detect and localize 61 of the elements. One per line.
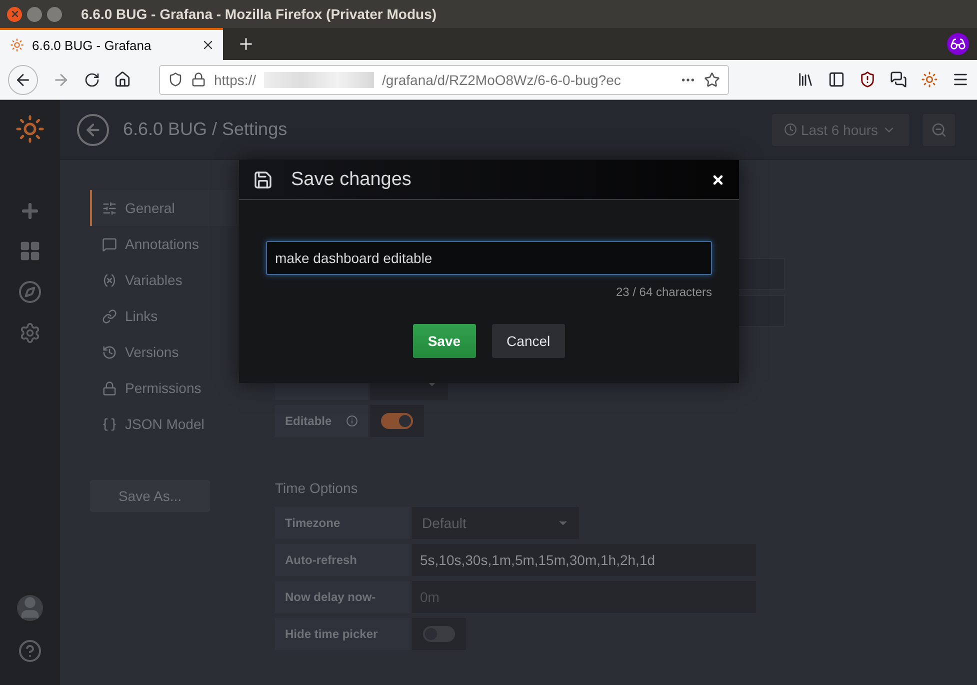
settings-nav-item[interactable]: JSON Model <box>90 406 240 442</box>
compass-icon[interactable] <box>18 280 42 304</box>
library-icon[interactable] <box>797 71 814 88</box>
zoom-out-button[interactable] <box>923 114 955 146</box>
window-title: 6.6.0 BUG - Grafana - Mozilla Firefox (Privater Modus) <box>81 6 437 22</box>
link-icon <box>102 308 117 324</box>
cancel-button[interactable]: Cancel <box>492 324 566 358</box>
history-icon <box>102 344 117 360</box>
close-icon[interactable] <box>711 172 725 186</box>
minimize-button[interactable] <box>27 6 42 22</box>
settings-nav-item[interactable]: Permissions <box>90 370 240 406</box>
menu-icon[interactable] <box>952 71 969 88</box>
field-label: Editable <box>275 405 368 437</box>
sidebar-icon[interactable] <box>828 71 845 88</box>
help-icon[interactable] <box>18 639 42 663</box>
back-button[interactable] <box>8 64 38 94</box>
settings-icon[interactable] <box>19 322 41 344</box>
page-title: 6.6.0 BUG / Settings <box>123 119 288 140</box>
chat-icon[interactable] <box>890 71 907 88</box>
url-field[interactable]: https:// /grafana/d/RZ2MoO8Wz/6-6-0-bug?ec <box>159 64 729 94</box>
maximize-button[interactable] <box>47 6 62 22</box>
braces-icon <box>102 416 117 432</box>
lock-icon <box>102 380 117 396</box>
section-heading: Time Options <box>275 480 359 496</box>
avatar-icon[interactable] <box>17 595 43 621</box>
save-as-button[interactable]: Save As... <box>90 480 210 512</box>
close-icon[interactable] <box>201 38 215 52</box>
comment-icon <box>102 236 117 252</box>
field-label: Timezone <box>275 507 410 539</box>
shield-icon <box>168 72 183 87</box>
reload-icon[interactable] <box>84 72 100 88</box>
input-field[interactable]: 5s,10s,30s,1m,5m,15m,30m,1h,2h,1d <box>412 544 756 576</box>
browser-tab[interactable]: 6.6.0 BUG - Grafana <box>0 28 223 60</box>
settings-nav-item[interactable]: Versions <box>90 334 240 370</box>
plus-icon[interactable] <box>19 200 41 222</box>
variable-icon <box>102 272 117 288</box>
save-button[interactable]: Save <box>412 324 476 358</box>
field-label: Hide time picker <box>275 618 410 650</box>
settings-nav-item[interactable]: Annotations <box>90 226 240 262</box>
zoom-out-icon <box>931 122 947 138</box>
new-tab-icon[interactable] <box>237 35 255 53</box>
sun-icon[interactable] <box>921 71 938 88</box>
message-input[interactable]: make dashboard editable <box>266 241 712 275</box>
star-icon[interactable] <box>704 72 720 88</box>
select-field[interactable]: Default <box>412 507 579 539</box>
character-counter: 23 / 64 characters <box>616 285 712 299</box>
field-label: Now delay now- <box>275 581 410 613</box>
field-label: Auto-refresh <box>275 544 410 576</box>
lock-icon <box>191 72 206 87</box>
sliders-icon <box>102 200 117 216</box>
dialog-title: Save changes <box>291 168 412 190</box>
close-button[interactable] <box>7 6 22 22</box>
grid-icon[interactable] <box>19 240 41 262</box>
home-icon[interactable] <box>114 71 131 88</box>
clock-icon <box>784 123 797 136</box>
close-icon <box>10 9 20 19</box>
save-icon <box>253 170 273 190</box>
settings-nav-item[interactable]: Links <box>90 298 240 334</box>
settings-nav-item[interactable]: Variables <box>90 262 240 298</box>
toggle-switch[interactable] <box>381 413 413 429</box>
shield-icon[interactable] <box>859 71 876 88</box>
